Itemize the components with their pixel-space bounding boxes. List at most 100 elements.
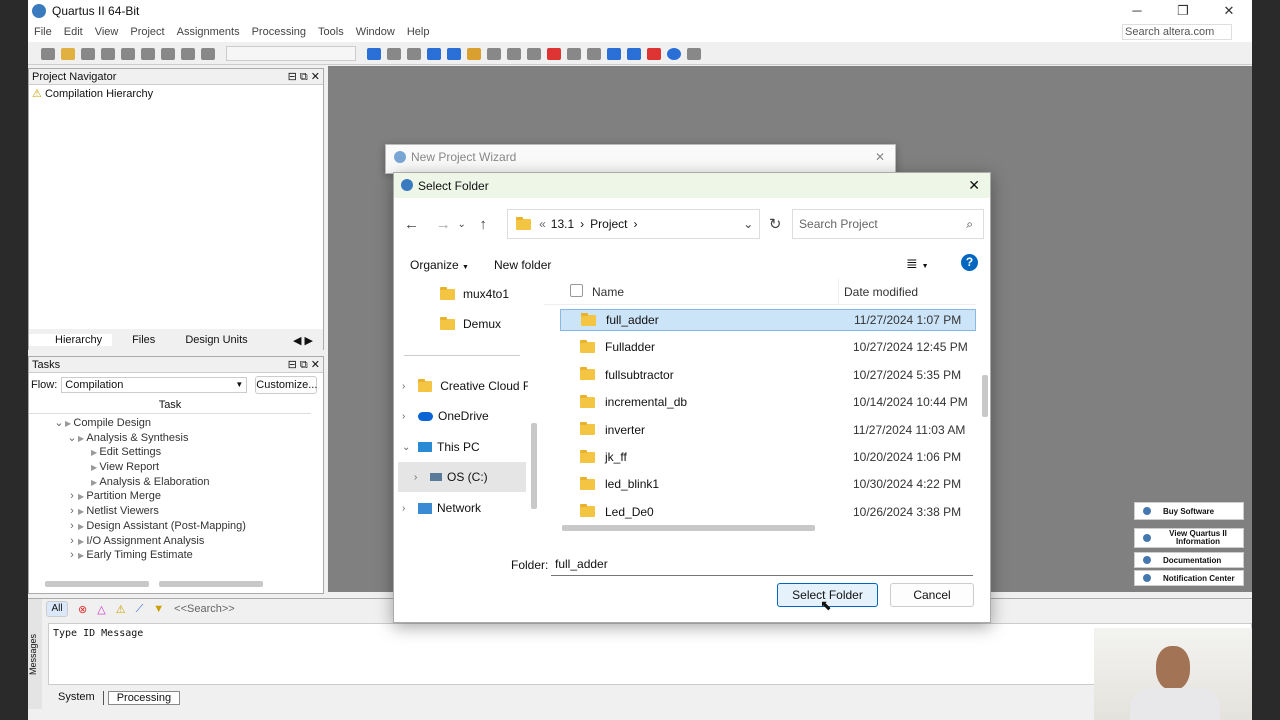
menu-assignments[interactable]: Assignments [177, 26, 240, 38]
menu-edit[interactable]: Edit [64, 26, 83, 38]
task-item[interactable]: ⌄▶ Analysis & Synthesis [53, 431, 323, 446]
download-icon[interactable] [627, 47, 641, 60]
programmer-icon[interactable] [607, 47, 621, 60]
expand-chevron-icon[interactable]: › [66, 534, 78, 549]
panel-controls-icon[interactable]: ⊟ ⧉ ✕ [288, 357, 320, 372]
task-item[interactable]: ⌄▶ Compile Design [53, 416, 323, 431]
task-item[interactable]: › ▶ Netlist Viewers [53, 504, 323, 519]
back-arrow-icon[interactable]: ← [404, 216, 426, 233]
menu-help[interactable]: Help [407, 26, 430, 38]
menu-file[interactable]: File [34, 26, 52, 38]
project-navigator-icon[interactable] [367, 47, 381, 60]
documentation-link[interactable]: Documentation [1134, 552, 1244, 568]
nav-item-os-c[interactable]: › OS (C:) [398, 462, 526, 492]
nav-item-demux[interactable]: Demux [394, 313, 528, 335]
horizontal-scrollbar[interactable] [159, 581, 263, 587]
undo-icon[interactable] [181, 47, 195, 60]
restore-button[interactable]: ❐ [1160, 0, 1206, 22]
notification-center-link[interactable]: Notification Center [1134, 570, 1244, 586]
compile-icon[interactable] [427, 47, 441, 60]
file-hscrollbar[interactable] [562, 525, 815, 531]
cut-icon[interactable] [121, 47, 135, 60]
copy-icon[interactable] [141, 47, 155, 60]
warning-filter-icon[interactable]: ⚠ [116, 603, 126, 616]
task-item[interactable]: ▶ View Report [53, 460, 323, 475]
suppress-filter-icon[interactable]: ⟋ [136, 603, 144, 616]
menu-view[interactable]: View [95, 26, 119, 38]
tab-scroll-right-icon[interactable]: ◀ ▶ [283, 334, 323, 347]
compilation-hierarchy-item[interactable]: ⚠ Compilation Hierarchy [29, 85, 323, 100]
expand-chevron-icon[interactable]: › [66, 548, 78, 563]
breadcrumb-project[interactable]: Project [590, 217, 627, 231]
nav-item-mux4to1[interactable]: mux4to1 [394, 283, 528, 305]
nav-item-creative-cloud[interactable]: › Creative Cloud F [394, 375, 528, 397]
error-filter-icon[interactable]: ⊗ [78, 603, 87, 616]
column-name[interactable]: Name [592, 285, 624, 299]
rtl-viewer-icon[interactable] [567, 47, 581, 60]
file-row[interactable]: jk_ff 10/20/2024 1:06 PM [560, 446, 976, 468]
menu-tools[interactable]: Tools [318, 26, 344, 38]
column-date-modified[interactable]: Date modified [844, 285, 918, 299]
cancel-button[interactable]: Cancel [890, 583, 974, 607]
expand-chevron-icon[interactable]: › [414, 472, 430, 483]
menu-processing[interactable]: Processing [252, 26, 306, 38]
expand-chevron-icon[interactable]: › [402, 411, 418, 422]
task-item[interactable]: › ▶ Design Assistant (Post-Mapping) [53, 519, 323, 534]
chip-planner-icon[interactable] [407, 47, 421, 60]
flow-select[interactable]: Compilation ▼ [61, 377, 248, 393]
panel-controls-icon[interactable]: ⊟ ⧉ ✕ [288, 69, 320, 84]
organize-button[interactable]: Organize ▼ [410, 258, 469, 272]
customize-button[interactable]: Customize... [255, 376, 317, 394]
expand-chevron-icon[interactable]: › [66, 519, 78, 534]
expand-chevron-icon[interactable]: ⌄ [402, 442, 418, 453]
help-icon[interactable] [667, 47, 681, 60]
fitter-icon[interactable] [467, 47, 481, 60]
save-all-icon[interactable] [101, 47, 115, 60]
file-row[interactable]: incremental_db 10/14/2024 10:44 PM [560, 391, 976, 413]
open-file-icon[interactable] [61, 47, 75, 60]
save-icon[interactable] [81, 47, 95, 60]
up-arrow-icon[interactable]: ↑ [479, 216, 501, 233]
breadcrumb-13-1[interactable]: 13.1 [551, 217, 574, 231]
help-icon[interactable]: ? [961, 254, 978, 271]
settings-icon[interactable] [387, 47, 401, 60]
recent-chevron-icon[interactable]: ⌄ [458, 219, 476, 230]
pin-planner-icon[interactable] [587, 47, 601, 60]
file-row[interactable]: led_blink1 10/30/2024 4:22 PM [560, 473, 976, 495]
redo-icon[interactable] [201, 47, 215, 60]
expand-chevron-icon[interactable]: › [66, 504, 78, 519]
hierarchy-combo[interactable] [226, 46, 356, 61]
view-info-link[interactable]: View Quartus II Information [1134, 528, 1244, 548]
menu-window[interactable]: Window [356, 26, 395, 38]
paste-icon[interactable] [161, 47, 175, 60]
refresh-icon[interactable]: ↻ [760, 215, 790, 233]
address-dropdown-icon[interactable]: ⌄ [743, 217, 753, 231]
close-button[interactable]: ✕ [1206, 0, 1252, 22]
nav-item-this-pc[interactable]: ⌄ This PC [394, 436, 528, 458]
file-vscrollbar[interactable] [982, 375, 988, 417]
expand-chevron-icon[interactable]: › [402, 381, 418, 392]
forward-arrow-icon[interactable]: → [436, 216, 458, 233]
critical-warning-filter-icon[interactable]: △ [97, 603, 105, 616]
new-folder-button[interactable]: New folder [494, 258, 551, 272]
task-item[interactable]: ▶ Analysis & Elaboration [53, 475, 323, 490]
altera-search-input[interactable]: Search altera.com [1122, 24, 1232, 40]
expand-chevron-icon[interactable]: › [66, 489, 78, 504]
tab-files[interactable]: Files [112, 334, 165, 346]
start-icon[interactable] [507, 47, 521, 60]
file-row[interactable]: inverter 11/27/2024 11:03 AM [560, 419, 976, 441]
stop-icon[interactable] [547, 47, 561, 60]
menu-project[interactable]: Project [130, 26, 164, 38]
netlist-icon[interactable] [487, 47, 501, 60]
task-item[interactable]: › ▶ I/O Assignment Analysis [53, 534, 323, 549]
timing-icon[interactable] [527, 47, 541, 60]
select-all-checkbox[interactable] [570, 284, 583, 297]
tab-system[interactable]: System [50, 691, 104, 705]
wizard-close-icon[interactable]: ✕ [875, 150, 885, 164]
file-row[interactable]: Fulladder 10/27/2024 12:45 PM [560, 336, 976, 358]
view-options-icon[interactable]: ≣ ▼ [906, 255, 929, 272]
filter-all-button[interactable]: All [46, 601, 68, 617]
search-project-input[interactable]: Search Project ⌕ [792, 209, 985, 239]
minimize-button[interactable]: ─ [1114, 0, 1160, 22]
file-row[interactable]: full_adder 11/27/2024 1:07 PM [560, 309, 976, 331]
